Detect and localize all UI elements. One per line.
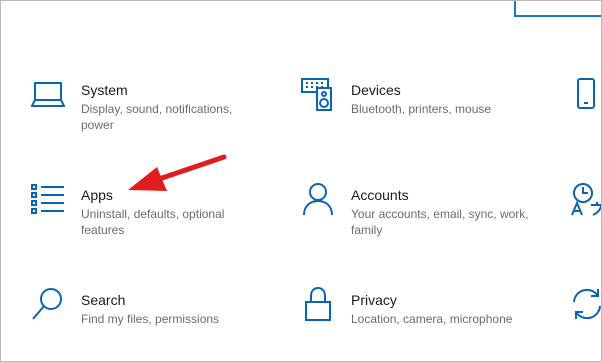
tile-description: Location, camera, microphone — [351, 312, 513, 326]
find-setting-search-box[interactable] — [514, 1, 601, 17]
tile-privacy[interactable]: Privacy Location, camera, microphone — [299, 286, 529, 337]
phone-icon — [575, 78, 597, 110]
laptop-icon — [31, 81, 65, 109]
tile-description: Your accounts, email, sync, work, family — [351, 207, 529, 237]
tile-title: Devices — [351, 82, 401, 98]
search-icon — [31, 287, 65, 321]
tile-description: Display, sound, notifications, power — [81, 102, 233, 132]
tile-update-security[interactable] — [569, 287, 601, 327]
tile-accounts[interactable]: Accounts Your accounts, email, sync, wor… — [299, 182, 529, 244]
keyboard-speaker-icon — [301, 77, 335, 111]
tile-apps[interactable]: Apps Uninstall, defaults, optional featu… — [29, 182, 259, 244]
tile-devices[interactable]: Devices Bluetooth, printers, mouse — [299, 77, 529, 127]
tile-system[interactable]: System Display, sound, notifications, po… — [29, 77, 259, 139]
clock-language-icon — [569, 182, 601, 216]
tile-title: Search — [81, 292, 126, 308]
tile-time-language[interactable] — [569, 182, 601, 222]
tile-description: Bluetooth, printers, mouse — [351, 102, 492, 116]
tile-phone[interactable] — [573, 77, 601, 117]
tile-title: Privacy — [351, 292, 397, 308]
sync-icon — [569, 287, 601, 321]
settings-window: System Display, sound, notifications, po… — [0, 0, 602, 362]
tile-title: System — [81, 82, 128, 98]
lock-icon — [303, 286, 333, 321]
tile-description: Uninstall, defaults, optional features — [81, 207, 225, 237]
tile-search[interactable]: Search Find my files, permissions — [29, 287, 259, 337]
tile-title: Apps — [81, 187, 113, 203]
person-icon — [301, 182, 335, 216]
apps-list-icon — [31, 184, 65, 214]
tile-description: Find my files, permissions — [81, 312, 220, 326]
tile-title: Accounts — [351, 187, 409, 203]
